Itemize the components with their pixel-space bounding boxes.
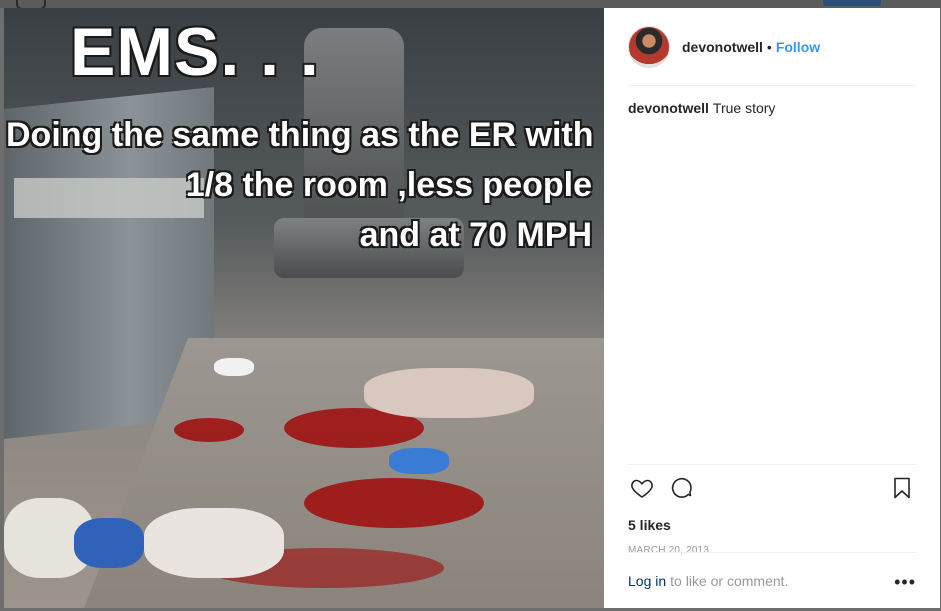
bookmark-icon[interactable]	[888, 474, 916, 502]
actions-area: 5 likes MARCH 20, 2013	[628, 464, 916, 556]
meme-line: Doing the same thing as the ER with	[6, 116, 594, 154]
meme-title: EMS. . .	[70, 14, 320, 90]
post-modal: EMS. . . Doing the same thing as the ER …	[4, 8, 940, 608]
action-row	[628, 465, 916, 511]
login-suffix: to like or comment.	[670, 573, 789, 589]
header-username[interactable]: devonotwell	[682, 39, 763, 55]
image-glove	[389, 448, 449, 474]
image-gauze	[144, 508, 284, 578]
likes-count[interactable]: 5 likes	[628, 517, 916, 533]
separator-dot: •	[766, 38, 772, 55]
background-navbar	[0, 0, 941, 8]
image-glove	[74, 518, 144, 568]
image-blood-stain	[174, 418, 244, 442]
post-sidebar: devonotwell • Follow devonotwell True sto…	[604, 8, 940, 608]
background-login-button	[823, 0, 881, 6]
post-image[interactable]: EMS. . . Doing the same thing as the ER …	[4, 8, 604, 608]
meme-line: and at 70 MPH	[359, 216, 592, 254]
login-link[interactable]: Log in	[628, 573, 666, 589]
image-debris	[214, 358, 254, 376]
caption: devonotwell True story	[628, 100, 916, 116]
caption-text: True story	[712, 100, 776, 116]
more-options-icon[interactable]: •••	[894, 573, 916, 591]
image-cabinet	[14, 178, 204, 218]
image-debris	[364, 368, 534, 418]
post-header: devonotwell • Follow	[628, 8, 916, 86]
image-blood-stain	[304, 478, 484, 528]
avatar[interactable]	[628, 25, 670, 68]
login-prompt: Log in to like or comment. •••	[628, 552, 916, 609]
meme-line: 1/8 the room ,less people	[185, 166, 592, 204]
heart-icon[interactable]	[628, 474, 656, 502]
comment-icon[interactable]	[668, 474, 696, 502]
follow-button[interactable]: Follow	[776, 39, 820, 55]
caption-username[interactable]: devonotwell	[628, 100, 709, 116]
